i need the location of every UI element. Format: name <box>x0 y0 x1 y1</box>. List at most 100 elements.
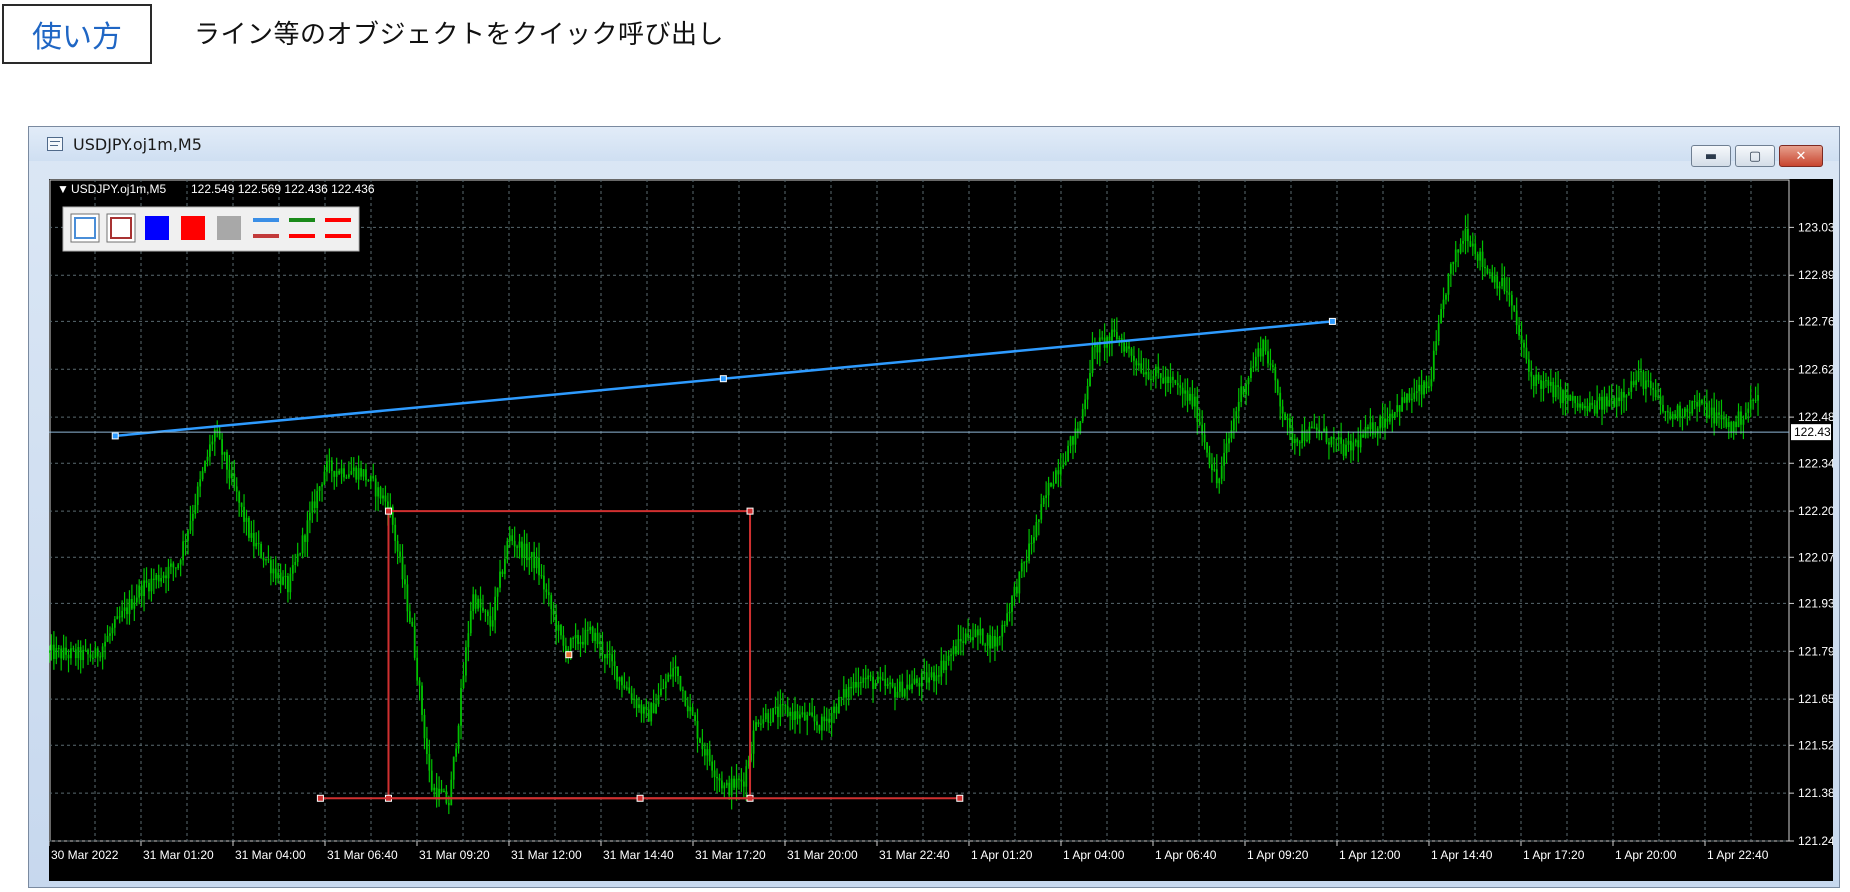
candle-body <box>1381 416 1384 428</box>
candle-body <box>360 468 362 477</box>
candle-body <box>1147 371 1150 380</box>
candle-body <box>616 666 618 682</box>
candle-body <box>642 706 645 714</box>
candle-body <box>1527 359 1530 372</box>
minimize-button[interactable]: ▬ <box>1691 145 1731 167</box>
y-tick-label: 122.760 <box>1798 314 1833 328</box>
candle-body <box>406 584 409 612</box>
candle-body <box>1671 414 1674 419</box>
candle-body <box>77 647 80 659</box>
y-tick-label: 122.345 <box>1798 456 1833 470</box>
candle-body <box>1057 470 1060 475</box>
candle-body <box>1440 309 1442 324</box>
rectangle-handle-center[interactable] <box>565 651 573 659</box>
segment-handle-start[interactable] <box>316 794 324 802</box>
candle-body <box>930 672 933 678</box>
candle-body <box>1145 371 1147 375</box>
candle-body <box>1025 560 1028 563</box>
chart-area[interactable]: 123.035 122.895 122.760 122.620 122.480 122.3… <box>49 179 1833 881</box>
toolbar-button-color-swatch[interactable] <box>217 216 241 240</box>
close-button[interactable]: ✕ <box>1779 145 1823 167</box>
candle-body <box>1245 384 1247 395</box>
candle-body <box>1452 261 1455 265</box>
toolbar-button-color-swatch[interactable] <box>145 216 169 240</box>
candle-body <box>238 491 241 503</box>
candle-body <box>945 660 948 671</box>
candle-body <box>118 616 121 618</box>
candle-body <box>96 648 99 657</box>
candle-body <box>801 712 804 715</box>
candle-body <box>1598 396 1601 401</box>
candle-body <box>725 782 728 786</box>
chart-overlay: ▼ USDJPY.oj1m,M5 122.549 122.569 122.436… <box>57 182 375 196</box>
candle-body <box>677 666 679 677</box>
candle-body <box>535 557 538 569</box>
candle-body <box>701 742 704 750</box>
candle-body <box>91 657 94 659</box>
candle-body <box>1630 381 1633 392</box>
rectangle-handle-tl[interactable] <box>384 507 392 515</box>
maximize-button[interactable]: ▢ <box>1735 145 1775 167</box>
rectangle-handle-tr[interactable] <box>746 507 754 515</box>
candle-body <box>1686 408 1689 412</box>
candle-body <box>859 682 862 684</box>
candle-body <box>1613 398 1616 407</box>
trendline-handle-mid[interactable] <box>719 375 727 383</box>
candle-body <box>1191 393 1194 407</box>
candle-body <box>250 533 253 538</box>
candle-body <box>1064 461 1067 466</box>
candle-body <box>1176 383 1179 386</box>
candle-body <box>1459 243 1462 253</box>
candle-body <box>1289 418 1291 428</box>
candle-body <box>408 611 411 622</box>
candle-body <box>1515 310 1518 326</box>
candle-body <box>216 429 219 432</box>
candle-body <box>179 560 182 565</box>
candle-body <box>1215 469 1218 484</box>
candle-body <box>718 778 721 781</box>
candle-body <box>857 682 860 688</box>
candle-body <box>1172 376 1174 381</box>
candle-body <box>1576 403 1579 408</box>
trendline-handle-start[interactable] <box>111 432 119 440</box>
candle-body <box>996 637 999 647</box>
trendline-handle-end[interactable] <box>1328 317 1336 325</box>
segment-handle-end[interactable] <box>956 794 964 802</box>
candle-body <box>70 648 72 659</box>
candle-body <box>886 684 889 687</box>
candle-body <box>355 467 358 480</box>
candle-body <box>586 629 589 631</box>
candle-body <box>752 730 755 754</box>
candle-body <box>1498 286 1501 289</box>
candle-body <box>1011 596 1013 612</box>
howto-label-box: 使い方 <box>2 4 152 64</box>
plot-frame <box>49 179 1790 842</box>
candle-body <box>1588 402 1591 412</box>
candle-body <box>1254 356 1257 367</box>
collapse-arrow-icon[interactable]: ▼ <box>57 182 69 196</box>
candle-body <box>1042 498 1045 505</box>
candle-body <box>1306 439 1308 441</box>
candle-body <box>1730 422 1733 432</box>
candle-body <box>89 654 92 658</box>
candle-body <box>272 568 275 574</box>
candle-body <box>1345 444 1347 456</box>
candle-body <box>1179 385 1182 388</box>
segment-handle-mid[interactable] <box>636 794 644 802</box>
candle-body <box>328 460 331 462</box>
candle-body <box>365 469 367 481</box>
candle-body <box>828 718 831 723</box>
candle-body <box>1362 434 1364 438</box>
quick-object-toolbar[interactable] <box>62 206 360 252</box>
candle-body <box>430 770 433 791</box>
candle-body <box>101 646 104 658</box>
candle-body <box>1159 373 1162 378</box>
candle-body <box>1006 613 1009 626</box>
window-titlebar[interactable]: USDJPY.oj1m,M5 <box>29 127 1839 161</box>
toolbar-button-color-swatch[interactable] <box>181 216 205 240</box>
candle-body <box>1069 436 1072 446</box>
candle-body <box>201 471 204 480</box>
candle-body <box>165 575 167 579</box>
price-chart[interactable]: 123.035 122.895 122.760 122.620 122.480 122.3… <box>49 179 1833 881</box>
candle-body <box>967 633 970 638</box>
